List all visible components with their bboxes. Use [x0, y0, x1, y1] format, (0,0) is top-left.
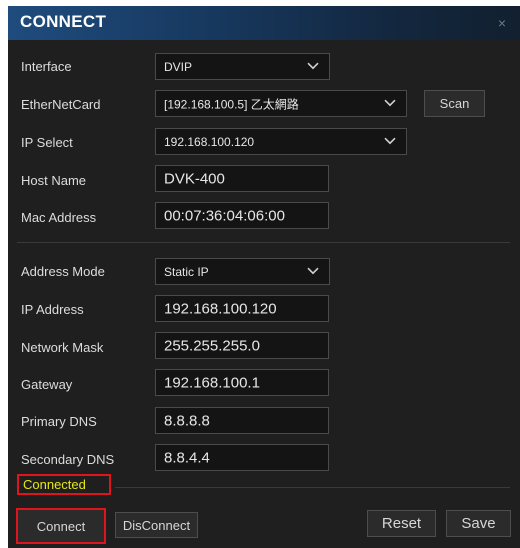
- close-icon[interactable]: ×: [498, 15, 506, 31]
- mac-address-field[interactable]: 00:07:36:04:06:00: [155, 202, 329, 229]
- ip-address-label: IP Address: [21, 302, 84, 317]
- network-mask-value: 255.255.255.0: [164, 337, 260, 354]
- address-mode-value: Static IP: [164, 264, 209, 279]
- status-divider: [115, 487, 510, 488]
- ip-address-field[interactable]: 192.168.100.120: [155, 295, 329, 322]
- gateway-label: Gateway: [21, 377, 73, 392]
- primary-dns-value: 8.8.8.8: [164, 412, 210, 429]
- network-mask-label: Network Mask: [21, 340, 104, 355]
- scan-button[interactable]: Scan: [424, 90, 485, 117]
- chevron-down-icon: [384, 99, 396, 106]
- address-mode-select[interactable]: Static IP: [155, 258, 330, 285]
- section-divider: [17, 242, 510, 243]
- connect-dialog: CONNECT × Interface DVIP EtherNetCard [1…: [8, 6, 520, 548]
- host-name-field[interactable]: DVK-400: [155, 165, 329, 192]
- chevron-down-icon: [307, 62, 319, 69]
- ip-select-label: IP Select: [21, 135, 73, 150]
- mac-address-label: Mac Address: [21, 210, 97, 225]
- host-name-value: DVK-400: [164, 170, 225, 187]
- chevron-down-icon: [384, 137, 396, 144]
- interface-select[interactable]: DVIP: [155, 53, 330, 80]
- reset-button[interactable]: Reset: [367, 510, 436, 537]
- interface-value: DVIP: [164, 59, 193, 74]
- interface-label: Interface: [21, 59, 72, 74]
- primary-dns-label: Primary DNS: [21, 414, 97, 429]
- connection-status: Connected: [17, 474, 111, 495]
- address-mode-label: Address Mode: [21, 264, 105, 279]
- network-mask-field[interactable]: 255.255.255.0: [155, 332, 329, 359]
- disconnect-button[interactable]: DisConnect: [115, 512, 198, 538]
- ethernet-card-label: EtherNetCard: [21, 97, 101, 112]
- ethernet-card-select[interactable]: [192.168.100.5] 乙太網路: [155, 90, 407, 117]
- dialog-title: CONNECT: [20, 12, 107, 31]
- ip-address-value: 192.168.100.120: [164, 300, 277, 317]
- gateway-field[interactable]: 192.168.100.1: [155, 369, 329, 396]
- secondary-dns-label: Secondary DNS: [21, 452, 115, 467]
- chevron-down-icon: [307, 267, 319, 274]
- connect-button[interactable]: Connect: [16, 508, 106, 544]
- host-name-label: Host Name: [21, 173, 87, 188]
- ip-select-value: 192.168.100.120: [164, 134, 255, 149]
- save-button[interactable]: Save: [446, 510, 511, 537]
- ethernet-card-value: [192.168.100.5] 乙太網路: [164, 97, 299, 111]
- title-bar: CONNECT ×: [8, 6, 520, 40]
- secondary-dns-field[interactable]: 8.8.4.4: [155, 444, 329, 471]
- gateway-value: 192.168.100.1: [164, 374, 260, 391]
- secondary-dns-value: 8.8.4.4: [164, 449, 210, 466]
- mac-address-value: 00:07:36:04:06:00: [164, 207, 285, 224]
- ip-select-dropdown[interactable]: 192.168.100.120: [155, 128, 407, 155]
- primary-dns-field[interactable]: 8.8.8.8: [155, 407, 329, 434]
